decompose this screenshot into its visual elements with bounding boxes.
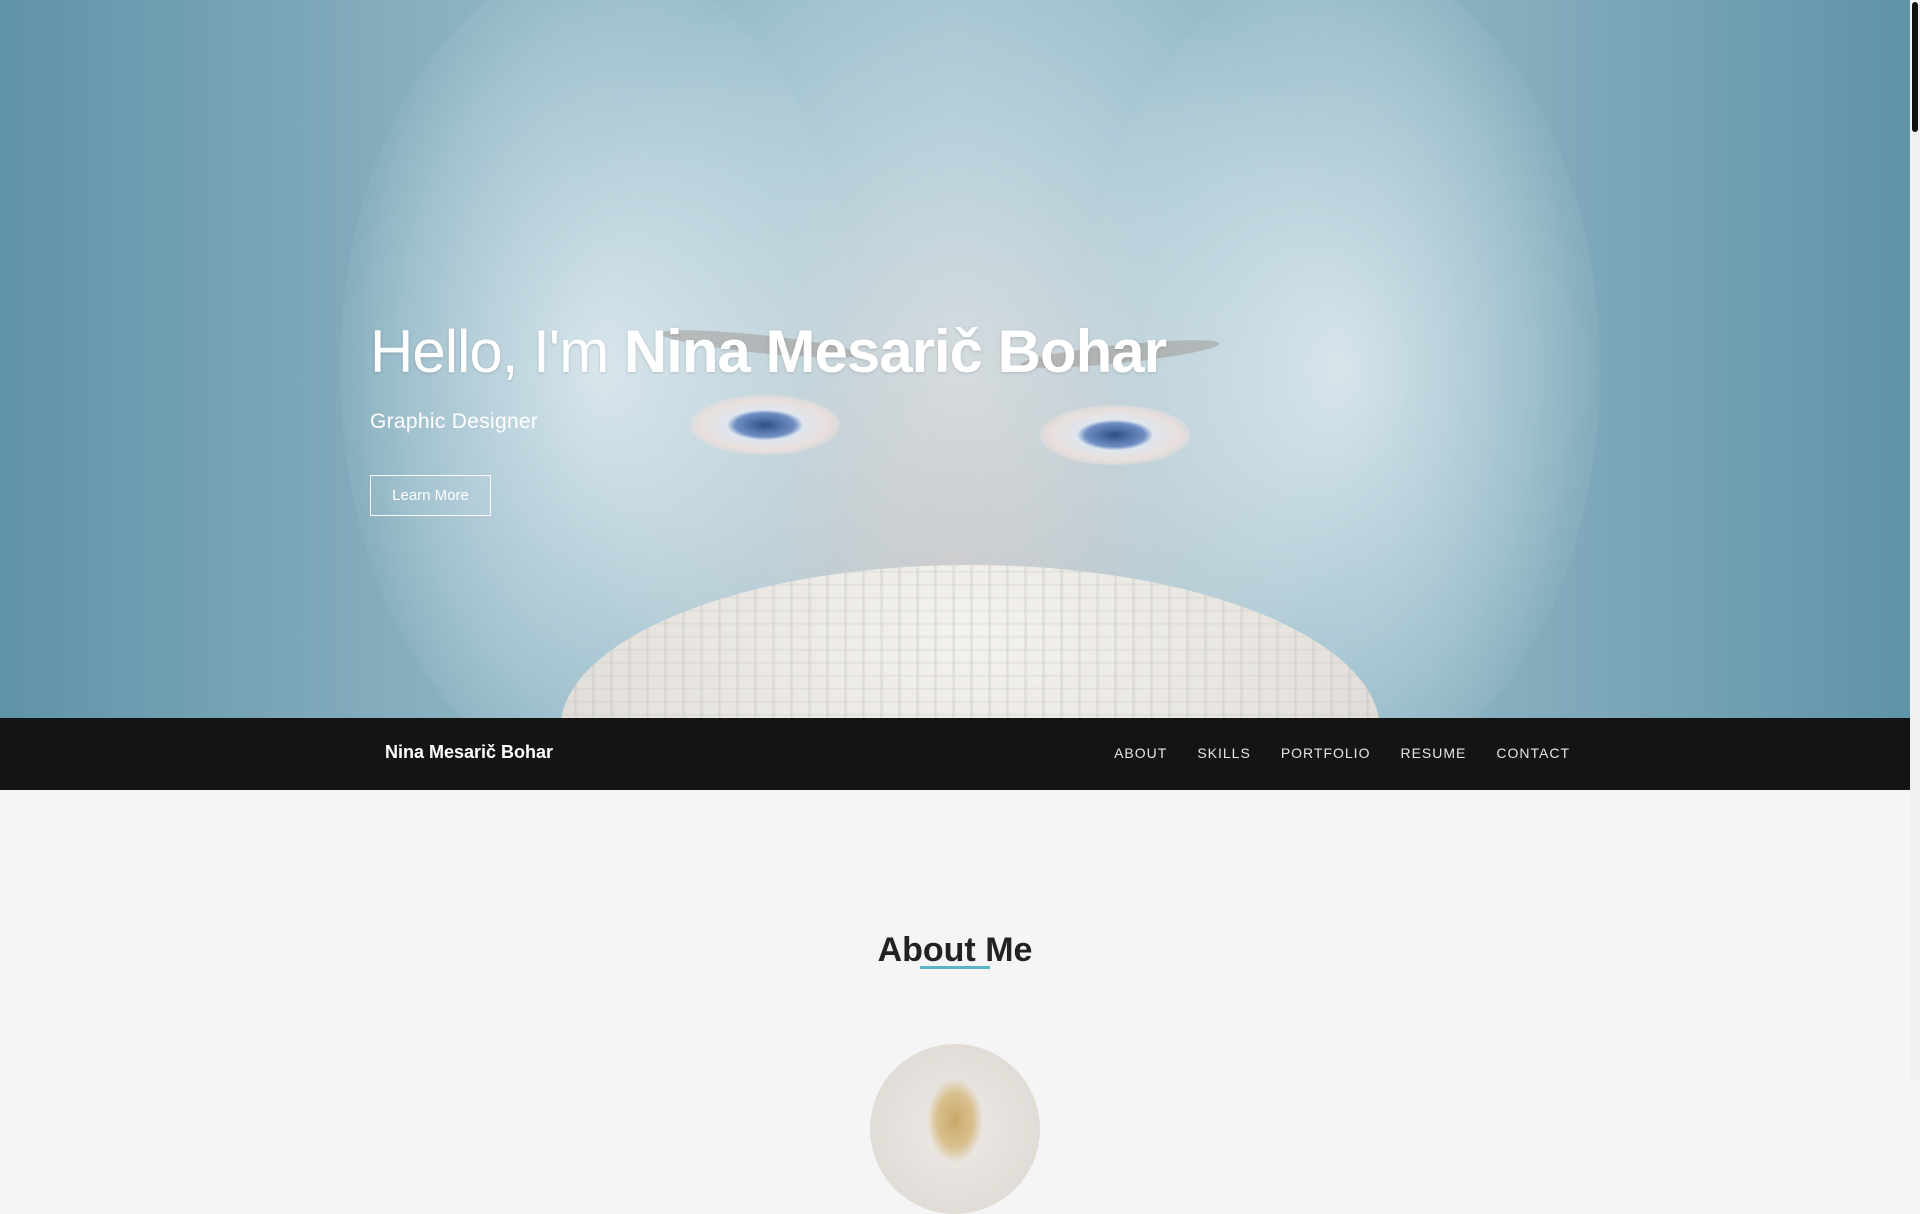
nav-brand[interactable]: Nina Mesarič Bohar [385, 742, 553, 763]
hero-banner: Hello, I'm Nina Mesarič Bohar Graphic De… [0, 0, 1910, 718]
nav-link-portfolio[interactable]: PORTFOLIO [1281, 745, 1371, 761]
hero-content: Hello, I'm Nina Mesarič Bohar Graphic De… [370, 316, 1167, 516]
page-scrollbar[interactable] [1910, 0, 1920, 1080]
hero-subtitle: Graphic Designer [370, 410, 539, 433]
about-title-underline [920, 966, 990, 969]
nav-link-contact[interactable]: CONTACT [1496, 745, 1570, 761]
hero-name: Nina Mesarič Bohar [623, 318, 1167, 385]
scrollbar-thumb[interactable] [1912, 2, 1918, 132]
nav-links: ABOUT SKILLS PORTFOLIO RESUME CONTACT [1084, 745, 1570, 761]
main-navbar: Nina Mesarič Bohar ABOUT SKILLS PORTFOLI… [0, 718, 1910, 790]
hero-title: Hello, I'm Nina Mesarič Bohar [370, 316, 1167, 388]
nav-link-resume[interactable]: RESUME [1400, 745, 1466, 761]
learn-more-button[interactable]: Learn More [370, 475, 491, 516]
hero-greeting: Hello, I'm [370, 318, 624, 385]
about-avatar [870, 1044, 1040, 1214]
nav-link-about[interactable]: ABOUT [1114, 745, 1167, 761]
about-section-title: About Me [877, 931, 1033, 970]
nav-link-skills[interactable]: SKILLS [1197, 745, 1250, 761]
